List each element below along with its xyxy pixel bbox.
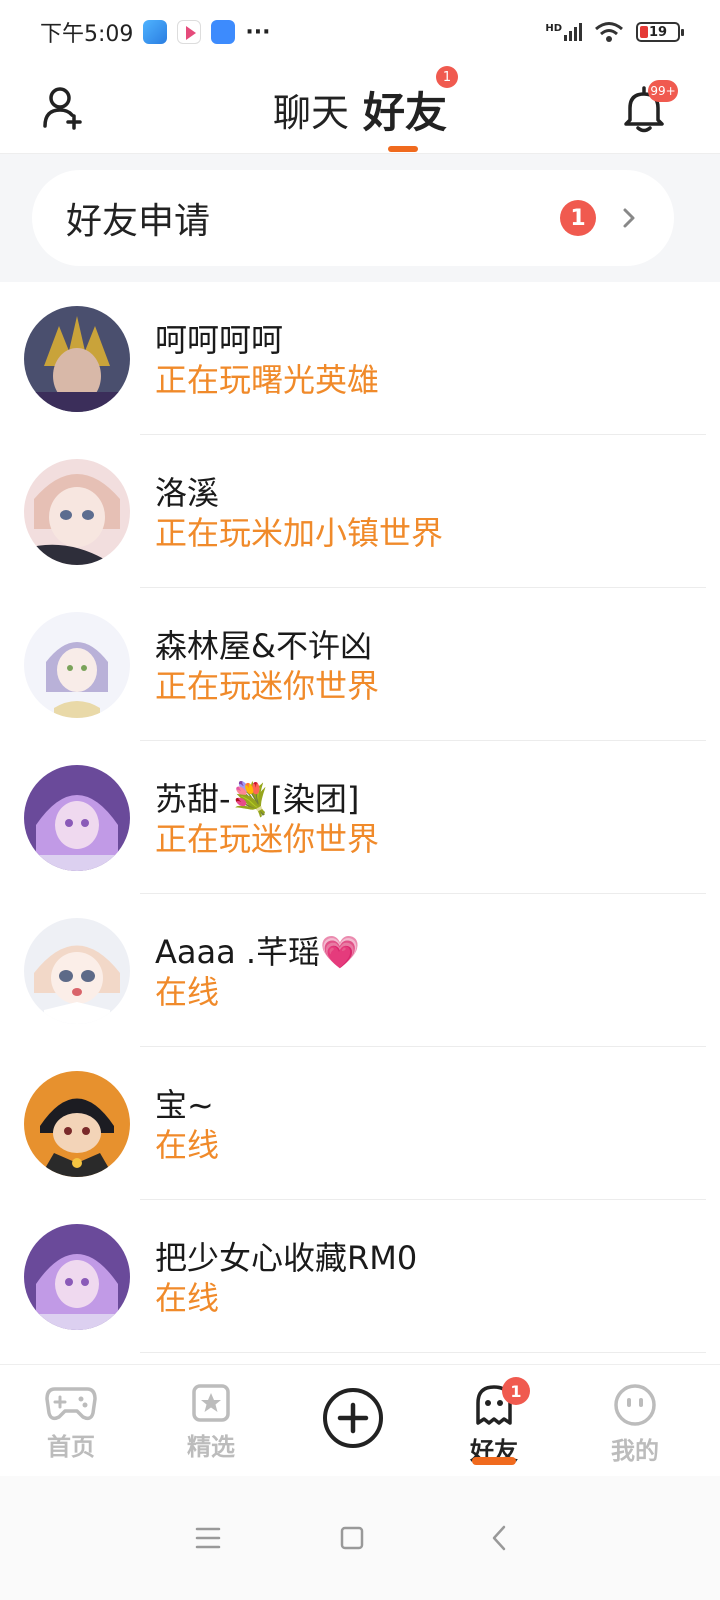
nav-mine-label: 我的 — [611, 1437, 659, 1465]
nav-home[interactable]: 首页 — [26, 1383, 116, 1462]
friend-status: 在线 — [155, 1126, 220, 1164]
gamepad-icon — [45, 1387, 97, 1421]
divider — [140, 1352, 706, 1353]
tab-chat[interactable]: 聊天 — [273, 82, 349, 137]
nav-friends-badge: 1 — [502, 1377, 530, 1405]
nav-featured[interactable]: 精选 — [166, 1383, 256, 1462]
avatar[interactable] — [24, 306, 130, 412]
friend-status: 正在玩迷你世界 — [155, 820, 380, 858]
home-square-icon[interactable] — [332, 1518, 372, 1558]
notes-app-icon — [211, 20, 236, 44]
avatar[interactable] — [24, 765, 130, 871]
friend-name: 呵呵呵呵 — [155, 321, 284, 359]
plus-button[interactable] — [322, 1387, 384, 1449]
active-tab-indicator — [388, 146, 418, 152]
friend-requests-section: 好友申请 1 — [0, 154, 720, 282]
back-icon[interactable] — [480, 1518, 520, 1558]
status-time: 下午5:09 — [40, 22, 134, 47]
chevron-right-icon — [623, 208, 635, 228]
friend-status: 正在玩曙光英雄 — [155, 361, 380, 399]
friend-name: 苏甜-💐[染团] — [155, 780, 360, 818]
signal-icon: HD — [545, 23, 582, 41]
friends-tab-badge: 1 — [436, 66, 458, 88]
battery-icon: 19 — [636, 22, 684, 42]
more-notifications-icon: ··· — [245, 19, 271, 45]
video-app-icon — [177, 20, 202, 44]
nav-featured-label: 精选 — [187, 1433, 235, 1461]
nav-mine[interactable]: 我的 — [590, 1383, 680, 1466]
list-item[interactable]: 把少女心收藏RM0 在线 — [0, 1200, 720, 1353]
friend-name: 森林屋&不许凶 — [155, 627, 372, 665]
nav-home-label: 首页 — [47, 1433, 95, 1461]
friend-name: 把少女心收藏RM0 — [155, 1239, 418, 1277]
list-item[interactable]: 宝~ 在线 — [0, 1047, 720, 1200]
friends-list: 呵呵呵呵 正在玩曙光英雄 洛溪 正在玩米加小镇世界 森林屋&不许凶 正在玩迷你世… — [0, 282, 720, 1353]
friend-requests-label: 好友申请 — [66, 201, 211, 242]
friend-name: 洛溪 — [155, 474, 220, 512]
friend-requests-count-badge: 1 — [560, 200, 596, 236]
tab-friends[interactable]: 好友 — [363, 79, 447, 140]
list-item[interactable]: 洛溪 正在玩米加小镇世界 — [0, 435, 720, 588]
avatar[interactable] — [24, 1071, 130, 1177]
wifi-icon — [595, 22, 623, 42]
friend-status: 正在玩迷你世界 — [155, 667, 380, 705]
top-header: 聊天 好友 1 99+ — [0, 64, 720, 154]
weather-app-icon — [143, 20, 168, 44]
avatar[interactable] — [24, 1224, 130, 1330]
friend-name: 宝~ — [155, 1086, 214, 1124]
nav-active-indicator — [472, 1457, 516, 1465]
friend-requests-row[interactable]: 好友申请 1 — [32, 170, 674, 266]
list-item[interactable]: 呵呵呵呵 正在玩曙光英雄 — [0, 282, 720, 435]
list-item[interactable]: 苏甜-💐[染团] 正在玩迷你世界 — [0, 741, 720, 894]
smiley-profile-icon — [614, 1384, 656, 1426]
list-item[interactable]: 森林屋&不许凶 正在玩迷你世界 — [0, 588, 720, 741]
friend-status: 正在玩米加小镇世界 — [155, 514, 444, 552]
menu-icon[interactable] — [188, 1518, 228, 1558]
friend-status: 在线 — [155, 1279, 220, 1317]
avatar[interactable] — [24, 612, 130, 718]
notifications-badge: 99+ — [648, 80, 678, 102]
friend-name: Aaaa .芊瑶💗 — [155, 933, 360, 971]
list-item[interactable]: Aaaa .芊瑶💗 在线 — [0, 894, 720, 1047]
bottom-nav: 首页 精选 好友 1 我的 — [0, 1364, 720, 1476]
friend-status: 在线 — [155, 973, 220, 1011]
avatar[interactable] — [24, 459, 130, 565]
status-bar: 下午5:09 ··· HD 19 — [0, 0, 720, 64]
star-bookmark-icon — [192, 1384, 230, 1422]
system-nav-bar — [0, 1476, 720, 1600]
avatar[interactable] — [24, 918, 130, 1024]
